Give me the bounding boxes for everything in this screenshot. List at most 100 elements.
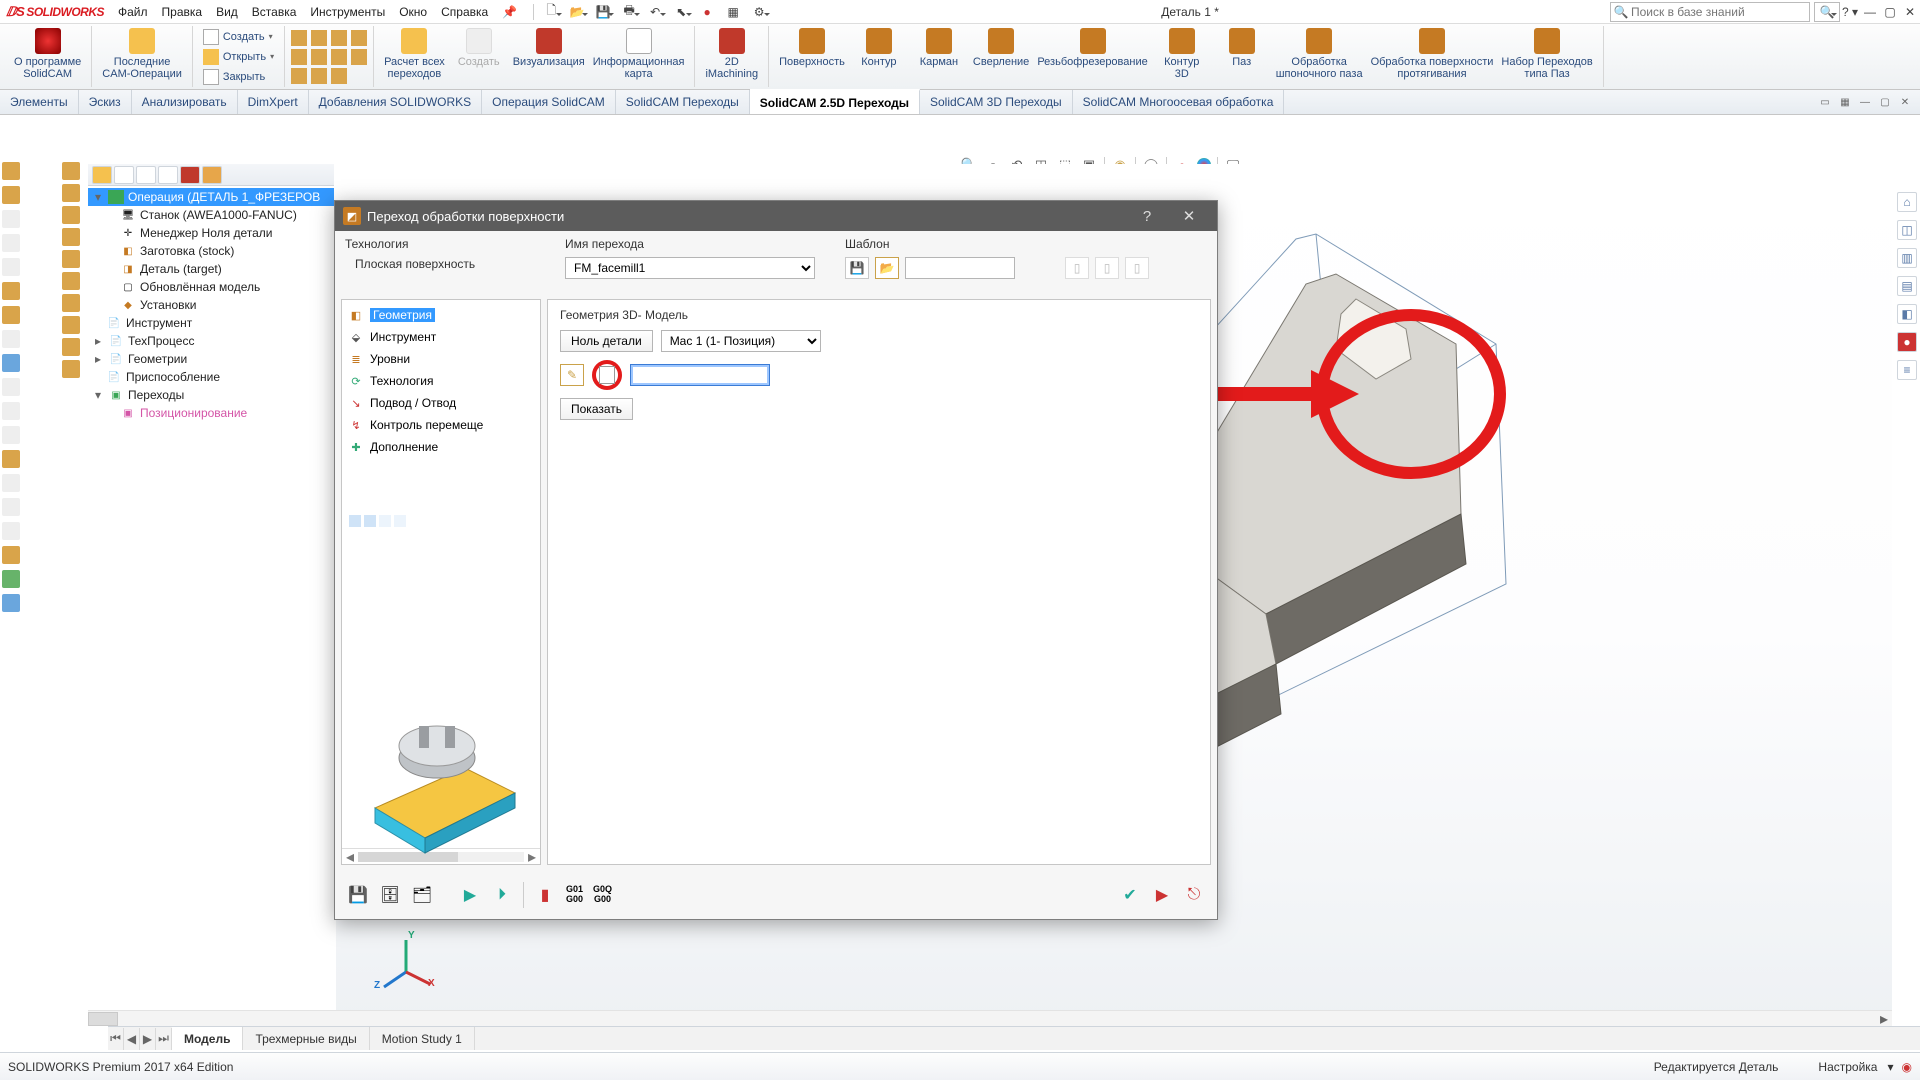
foot-saveall-icon[interactable]: 🗄 [379,884,401,906]
tree-fixture[interactable]: 📄Приспособление [88,368,334,386]
lt-icon[interactable] [2,258,20,276]
ribbon-close[interactable]: Закрыть [199,67,278,87]
lt2-icon[interactable] [62,294,80,312]
cube-icon[interactable] [351,49,367,65]
menu-tools[interactable]: Инструменты [310,5,385,19]
search-input[interactable] [1631,5,1809,19]
nav-item-extra[interactable]: ✚Дополнение [344,436,538,458]
taskpane-home-icon[interactable]: ⌂ [1897,192,1917,212]
qat-settings-icon[interactable]: ⚙ [748,3,770,21]
lt-icon[interactable] [2,426,20,444]
lt2-icon[interactable] [62,338,80,356]
menu-file[interactable]: Файл [118,5,148,19]
ribbon-thread[interactable]: Резьбофрезерование [1033,26,1151,70]
foot-save-icon[interactable]: 💾 [347,884,369,906]
ribbon-surf-machining[interactable]: Обработка поверхностипротягивания [1367,26,1498,82]
qat-options-icon[interactable]: ▦ [722,3,744,21]
status-custom[interactable]: Настройка [1818,1060,1877,1074]
menu-help[interactable]: Справка [441,5,488,19]
ribbon-recent-ops[interactable]: ПоследниеCAM-Операции [98,26,186,82]
view-mode-thumbs[interactable] [349,515,406,527]
cube-icon[interactable] [291,68,307,84]
nav-item-geometry[interactable]: ◧Геометрия [344,304,538,326]
qat-new-icon[interactable]: 🗋 [540,3,562,21]
lt-icon[interactable] [2,306,20,324]
qat-undo-icon[interactable]: ↶ [644,3,666,21]
foot-ok-icon[interactable]: ▶ [1151,884,1173,906]
menu-window[interactable]: Окно [399,5,427,19]
tree-updated[interactable]: ▢Обновлённая модель [88,278,334,296]
tree-setups[interactable]: ◆Установки [88,296,334,314]
show-button[interactable]: Показать [560,398,633,420]
cube-icon[interactable] [331,68,347,84]
template-input[interactable] [905,257,1015,279]
lt2-icon[interactable] [62,272,80,290]
lt2-icon[interactable] [62,184,80,202]
status-rec-icon[interactable]: ◉ [1902,1060,1912,1074]
lt-icon[interactable] [2,210,20,228]
restore-icon[interactable]: ▢ [1880,3,1900,21]
menu-view[interactable]: Вид [216,5,238,19]
tab-op-solidcam[interactable]: Операция SolidCAM [482,90,616,114]
status-unit-icon[interactable]: ▾ [1887,1060,1893,1074]
qat-open-icon[interactable]: 📂 [566,3,588,21]
scrollbar-right-arrow-icon[interactable]: ▸ [1876,1012,1892,1026]
search-go-icon[interactable]: 🔍 [1814,2,1840,22]
qat-save-icon[interactable]: 💾 [592,3,614,21]
lt-icon[interactable] [2,378,20,396]
horizontal-scrollbar[interactable]: ▸ [88,1010,1892,1026]
lt-icon[interactable] [2,498,20,516]
foot-sim-green2-icon[interactable]: ⏵ [491,884,513,906]
doc-tile-icon[interactable]: ▦ [1836,93,1854,111]
nav-item-tool[interactable]: ⬙Инструмент [344,326,538,348]
lt-icon[interactable] [2,234,20,252]
lt-icon[interactable] [2,282,20,300]
taskpane-resources-icon[interactable]: ◫ [1897,220,1917,240]
part-zero-button[interactable]: Ноль детали [560,330,653,352]
menu-insert[interactable]: Вставка [252,5,297,19]
lt-icon[interactable] [2,594,20,612]
lt-icon[interactable] [2,186,20,204]
taskpane-appearance-icon[interactable]: ● [1897,332,1917,352]
tree-ops[interactable]: ▾▣Переходы [88,386,334,404]
lt-icon[interactable] [2,162,20,180]
ribbon-keyway[interactable]: Обработкашпоночного паза [1272,26,1367,82]
nav-next-icon[interactable]: ▶ [140,1028,156,1050]
menu-pin-icon[interactable]: 📌 [502,5,517,19]
qat-select-icon[interactable]: ⬉ [670,3,692,21]
lt2-icon[interactable] [62,162,80,180]
tree-techproc[interactable]: ▸📄ТехПроцесс [88,332,334,350]
fm-tab-icon[interactable] [92,166,112,184]
lt2-icon[interactable] [62,206,80,224]
tree-root[interactable]: ▾Операция (ДЕТАЛЬ 1_ФРЕЗЕРОВ [88,188,334,206]
ribbon-surface[interactable]: Поверхность [775,26,849,70]
foot-gcode-icon[interactable]: ▮ [534,884,556,906]
ribbon-contour[interactable]: Контур [849,26,909,70]
fm-tab-icon[interactable] [114,166,134,184]
doc-close-icon[interactable]: ✕ [1896,93,1914,111]
nav-prev-icon[interactable]: ◀ [124,1028,140,1050]
nav-item-link[interactable]: ↘Подвод / Отвод [344,392,538,414]
tab-elements[interactable]: Элементы [0,90,79,114]
template-open-icon[interactable]: 📂 [875,257,899,279]
view-triad[interactable]: Y Z X [376,932,436,992]
ribbon-slot-set[interactable]: Набор Переходовтипа Паз [1497,26,1596,82]
ribbon-create[interactable]: Создать▾ [199,27,278,47]
lt-icon[interactable] [2,546,20,564]
ribbon-pocket[interactable]: Карман [909,26,969,70]
taskpane-palette-icon[interactable]: ◧ [1897,304,1917,324]
tree-positioning[interactable]: ▣Позиционирование [88,404,334,422]
nav-item-technology[interactable]: ⟳Технология [344,370,538,392]
lt2-icon[interactable] [62,316,80,334]
tab-sc-multi[interactable]: SolidCAM Многоосевая обработка [1073,90,1285,114]
nav-item-levels[interactable]: ≣Уровни [344,348,538,370]
tree-geom[interactable]: ▸📄Геометрии [88,350,334,368]
lt-icon[interactable] [2,330,20,348]
ribbon-slot[interactable]: Паз [1212,26,1272,70]
doc-max-icon[interactable]: ▢ [1876,93,1894,111]
tab-sc-transitions[interactable]: SolidCAM Переходы [616,90,750,114]
cube-icon[interactable] [311,49,327,65]
ribbon-info-card[interactable]: Информационнаякарта [589,26,689,82]
nav-item-motion[interactable]: ↯Контроль перемеще [344,414,538,436]
tree-stock[interactable]: ◧Заготовка (stock) [88,242,334,260]
